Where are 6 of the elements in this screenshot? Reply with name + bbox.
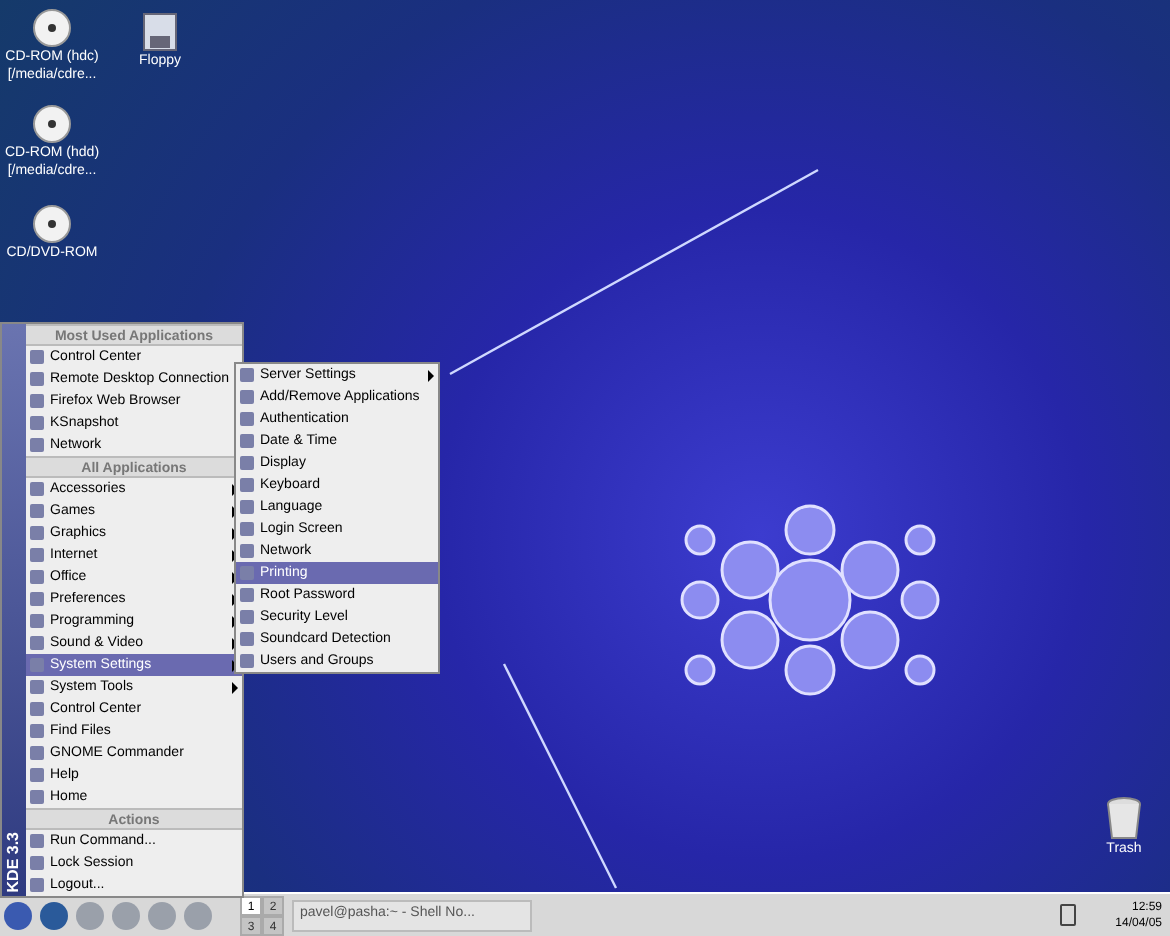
submenu-arrow-icon — [428, 369, 434, 381]
sidebar-label: KDE 3.3 — [2, 831, 24, 892]
submenu-arrow-icon — [232, 681, 238, 693]
trash-icon — [1106, 796, 1142, 840]
floppy-icon — [142, 12, 178, 52]
clipboard-icon[interactable] — [1059, 904, 1076, 926]
